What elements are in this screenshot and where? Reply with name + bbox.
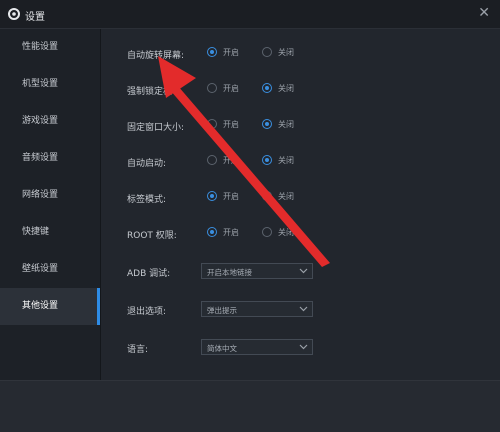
setting-label: ROOT 权限: — [127, 231, 177, 241]
option-label: 关闭 — [278, 192, 294, 201]
footer-bar — [0, 380, 500, 432]
option-label: 关闭 — [278, 228, 294, 237]
option-label: 关闭 — [278, 120, 294, 129]
radio-checked-icon — [262, 83, 272, 93]
setting-label: 退出选项: — [127, 307, 167, 317]
radio-unchecked-icon — [207, 83, 217, 93]
sidebar-item-shortcuts[interactable]: 快捷键 — [0, 214, 100, 251]
option-label: 开启 — [223, 192, 239, 201]
gear-icon — [8, 8, 20, 20]
adb-dropdown[interactable]: 开启本地链接 — [201, 263, 313, 279]
radio-unchecked-icon — [262, 227, 272, 237]
setting-row-auto-start: 自动启动: 开启 关闭 — [101, 152, 500, 172]
option-label: 开启 — [223, 228, 239, 237]
setting-row-exit-option: 退出选项: 弹出提示 — [101, 300, 500, 320]
chevron-down-icon — [299, 344, 308, 350]
setting-row-tab-mode: 标签模式: 开启 关闭 — [101, 188, 500, 208]
settings-panel: 自动旋转屏幕: 开启 关闭 强制锁定横 开启 关闭 固定窗口大小: 开启 关闭 — [101, 29, 500, 380]
radio-unchecked-icon — [207, 119, 217, 129]
exit-option-dropdown[interactable]: 弹出提示 — [201, 301, 313, 317]
option-label: 开启 — [223, 120, 239, 129]
sidebar-item-performance[interactable]: 性能设置 — [0, 29, 100, 66]
radio-unchecked-icon — [262, 191, 272, 201]
setting-label: ADB 调试: — [127, 269, 171, 279]
sidebar-item-label: 音频设置 — [22, 153, 59, 163]
radio-unchecked-icon — [207, 155, 217, 165]
radio-checked-icon — [207, 47, 217, 57]
sidebar-item-wallpaper[interactable]: 壁纸设置 — [0, 251, 100, 288]
language-dropdown[interactable]: 简体中文 — [201, 339, 313, 355]
option-label: 关闭 — [278, 84, 294, 93]
setting-row-auto-rotate: 自动旋转屏幕: 开启 关闭 — [101, 44, 500, 64]
setting-row-language: 语言: 简体中文 — [101, 338, 500, 358]
setting-label: 强制锁定横 — [127, 87, 173, 97]
radio-unchecked-icon — [262, 47, 272, 57]
setting-row-force-lock: 强制锁定横 开启 关闭 — [101, 80, 500, 100]
sidebar-item-game[interactable]: 游戏设置 — [0, 103, 100, 140]
option-label: 开启 — [223, 48, 239, 57]
sidebar-item-label: 网络设置 — [22, 190, 59, 200]
dropdown-value: 弹出提示 — [207, 306, 237, 315]
sidebar-item-label: 机型设置 — [22, 79, 59, 89]
dropdown-value: 开启本地链接 — [207, 268, 252, 277]
radio-checked-icon — [262, 119, 272, 129]
setting-row-adb: ADB 调试: 开启本地链接 — [101, 262, 500, 282]
setting-label: 语言: — [127, 345, 149, 355]
sidebar: 性能设置 机型设置 游戏设置 音频设置 网络设置 快捷键 壁纸设置 其他设置 — [0, 29, 101, 380]
setting-label: 标签模式: — [127, 195, 167, 205]
radio-checked-icon — [207, 227, 217, 237]
chevron-down-icon — [299, 268, 308, 274]
dropdown-value: 简体中文 — [207, 344, 237, 353]
setting-row-fixed-window: 固定窗口大小: 开启 关闭 — [101, 116, 500, 136]
sidebar-item-other[interactable]: 其他设置 — [0, 288, 100, 325]
chevron-down-icon — [299, 306, 308, 312]
option-label: 开启 — [223, 84, 239, 93]
option-label: 开启 — [223, 156, 239, 165]
sidebar-item-label: 其他设置 — [22, 301, 59, 311]
radio-checked-icon — [207, 191, 217, 201]
title-bar: 设置 ✕ — [0, 0, 500, 29]
sidebar-item-label: 性能设置 — [22, 42, 59, 52]
radio-checked-icon — [262, 155, 272, 165]
setting-label: 固定窗口大小: — [127, 123, 185, 133]
sidebar-item-network[interactable]: 网络设置 — [0, 177, 100, 214]
setting-label: 自动旋转屏幕: — [127, 51, 185, 61]
sidebar-item-audio[interactable]: 音频设置 — [0, 140, 100, 177]
option-label: 关闭 — [278, 156, 294, 165]
sidebar-item-label: 快捷键 — [22, 227, 50, 237]
sidebar-item-label: 游戏设置 — [22, 116, 59, 126]
setting-label: 自动启动: — [127, 159, 167, 169]
setting-row-root: ROOT 权限: 开启 关闭 — [101, 224, 500, 244]
sidebar-item-device-model[interactable]: 机型设置 — [0, 66, 100, 103]
option-label: 关闭 — [278, 48, 294, 57]
sidebar-item-label: 壁纸设置 — [22, 264, 59, 274]
close-icon[interactable]: ✕ — [478, 5, 490, 21]
window-title: 设置 — [25, 12, 45, 23]
